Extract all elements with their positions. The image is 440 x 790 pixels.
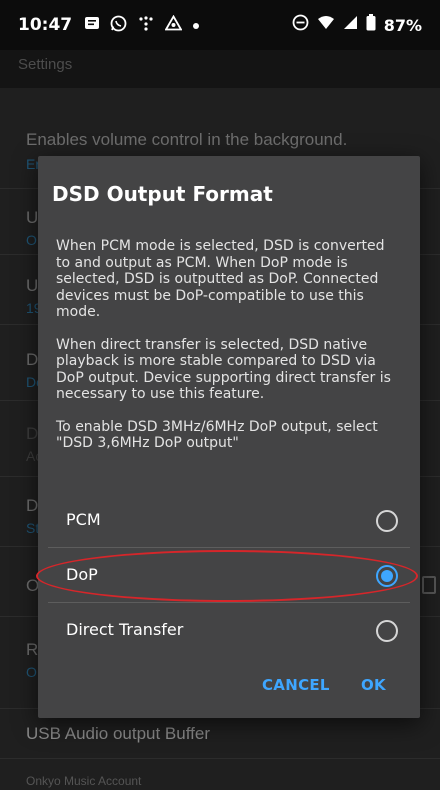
whatsapp-icon [110, 15, 127, 36]
notification-icons [84, 14, 200, 36]
status-bar: 10:47 87% [0, 0, 440, 50]
dialog-message: When PCM mode is selected, DSD is conver… [56, 238, 402, 468]
app-bar: Settings [0, 50, 440, 88]
radio-checked-icon[interactable] [376, 565, 398, 587]
setting-title: D [26, 350, 39, 369]
ok-button[interactable]: OK [361, 676, 386, 694]
divider [0, 758, 440, 759]
dot-icon [192, 17, 200, 34]
system-icons: 87% [292, 14, 422, 36]
option-label: Direct Transfer [66, 620, 184, 639]
message-icon [84, 15, 100, 35]
setting-title: D [26, 496, 39, 515]
option-divider [48, 547, 410, 548]
option-dop[interactable]: DoP [48, 549, 410, 603]
page-title: Settings [18, 56, 73, 73]
wifi-icon [317, 15, 335, 35]
do-not-disturb-icon [292, 14, 309, 36]
dialog-message-paragraph: When PCM mode is selected, DSD is conver… [56, 238, 385, 320]
option-label: PCM [66, 510, 101, 529]
dialog-message-paragraph: To enable DSD 3MHz/6MHz DoP output, sele… [56, 418, 378, 452]
option-label: DoP [66, 565, 98, 584]
battery-icon [366, 14, 376, 36]
dialog-message-paragraph: When direct transfer is selected, DSD na… [56, 336, 391, 403]
setting-value: O [26, 664, 37, 680]
cancel-button[interactable]: CANCEL [262, 676, 330, 694]
setting-title: D [26, 424, 39, 443]
setting-title: Enables volume control in the background… [26, 130, 348, 149]
setting-title: USB Audio output Buffer [26, 724, 210, 743]
setting-title: U [26, 276, 39, 295]
dsd-output-format-dialog: DSD Output Format When PCM mode is selec… [38, 156, 420, 718]
alert-icon [164, 14, 183, 35]
dialog-title: DSD Output Format [52, 182, 273, 206]
dialog-buttons: CANCEL OK [38, 658, 420, 718]
setting-value: O [26, 232, 37, 248]
battery-percentage: 87% [383, 15, 422, 35]
background-checkbox[interactable] [422, 576, 436, 594]
option-divider [48, 602, 410, 603]
sparkle-icon [137, 15, 155, 35]
section-header: Onkyo Music Account [26, 774, 142, 788]
radio-unchecked-icon[interactable] [376, 620, 398, 642]
option-pcm[interactable]: PCM [48, 494, 410, 548]
status-time: 10:47 [18, 15, 73, 35]
option-direct-transfer[interactable]: Direct Transfer [48, 604, 410, 658]
radio-unchecked-icon[interactable] [376, 510, 398, 532]
cellular-signal-icon [343, 15, 358, 35]
setting-title: U [26, 208, 39, 227]
